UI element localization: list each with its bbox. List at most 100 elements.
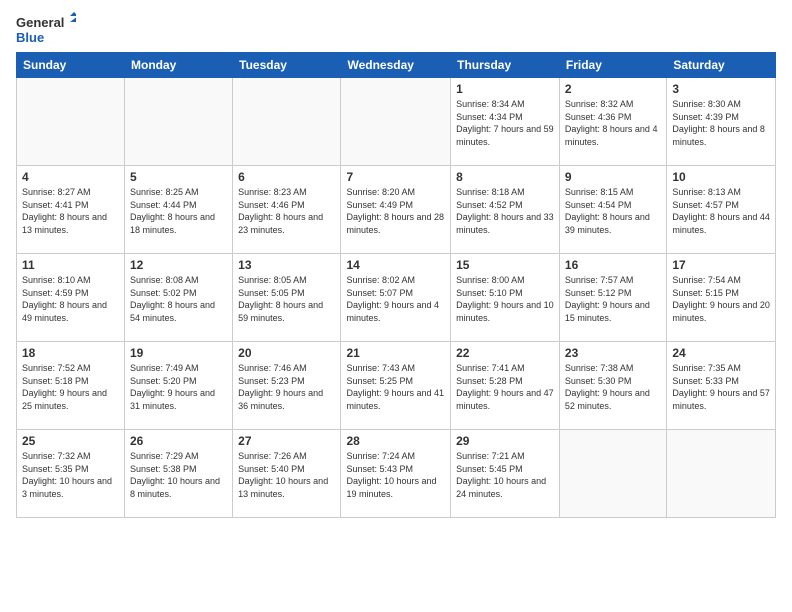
cell-content: Sunrise: 7:21 AM Sunset: 5:45 PM Dayligh… <box>456 450 554 500</box>
cell-content: Sunrise: 8:02 AM Sunset: 5:07 PM Dayligh… <box>346 274 445 324</box>
cell-content: Sunrise: 8:13 AM Sunset: 4:57 PM Dayligh… <box>672 186 770 236</box>
day-number: 14 <box>346 257 445 273</box>
calendar-cell <box>667 430 776 518</box>
day-number: 29 <box>456 433 554 449</box>
cell-content: Sunrise: 7:26 AM Sunset: 5:40 PM Dayligh… <box>238 450 335 500</box>
day-of-week-header: Saturday <box>667 53 776 78</box>
day-number: 21 <box>346 345 445 361</box>
day-number: 25 <box>22 433 119 449</box>
svg-text:Blue: Blue <box>16 30 44 45</box>
calendar-cell: 2Sunrise: 8:32 AM Sunset: 4:36 PM Daylig… <box>559 78 666 166</box>
header: General Blue <box>0 0 792 52</box>
calendar-cell <box>233 78 341 166</box>
calendar-cell: 5Sunrise: 8:25 AM Sunset: 4:44 PM Daylig… <box>125 166 233 254</box>
cell-content: Sunrise: 7:41 AM Sunset: 5:28 PM Dayligh… <box>456 362 554 412</box>
day-number: 6 <box>238 169 335 185</box>
calendar-cell <box>17 78 125 166</box>
day-number: 16 <box>565 257 661 273</box>
day-number: 27 <box>238 433 335 449</box>
cell-content: Sunrise: 8:18 AM Sunset: 4:52 PM Dayligh… <box>456 186 554 236</box>
calendar-cell: 19Sunrise: 7:49 AM Sunset: 5:20 PM Dayli… <box>125 342 233 430</box>
day-number: 18 <box>22 345 119 361</box>
cell-content: Sunrise: 8:05 AM Sunset: 5:05 PM Dayligh… <box>238 274 335 324</box>
day-number: 26 <box>130 433 227 449</box>
cell-content: Sunrise: 7:29 AM Sunset: 5:38 PM Dayligh… <box>130 450 227 500</box>
calendar-cell: 10Sunrise: 8:13 AM Sunset: 4:57 PM Dayli… <box>667 166 776 254</box>
calendar-cell: 3Sunrise: 8:30 AM Sunset: 4:39 PM Daylig… <box>667 78 776 166</box>
day-number: 19 <box>130 345 227 361</box>
calendar-cell: 29Sunrise: 7:21 AM Sunset: 5:45 PM Dayli… <box>451 430 560 518</box>
cell-content: Sunrise: 8:00 AM Sunset: 5:10 PM Dayligh… <box>456 274 554 324</box>
cell-content: Sunrise: 7:24 AM Sunset: 5:43 PM Dayligh… <box>346 450 445 500</box>
cell-content: Sunrise: 7:35 AM Sunset: 5:33 PM Dayligh… <box>672 362 770 412</box>
cell-content: Sunrise: 8:34 AM Sunset: 4:34 PM Dayligh… <box>456 98 554 148</box>
logo: General Blue <box>16 12 76 48</box>
cell-content: Sunrise: 8:32 AM Sunset: 4:36 PM Dayligh… <box>565 98 661 148</box>
cell-content: Sunrise: 7:43 AM Sunset: 5:25 PM Dayligh… <box>346 362 445 412</box>
svg-text:General: General <box>16 15 64 30</box>
calendar-cell: 11Sunrise: 8:10 AM Sunset: 4:59 PM Dayli… <box>17 254 125 342</box>
day-number: 2 <box>565 81 661 97</box>
calendar-cell: 26Sunrise: 7:29 AM Sunset: 5:38 PM Dayli… <box>125 430 233 518</box>
cell-content: Sunrise: 7:46 AM Sunset: 5:23 PM Dayligh… <box>238 362 335 412</box>
cell-content: Sunrise: 7:52 AM Sunset: 5:18 PM Dayligh… <box>22 362 119 412</box>
day-of-week-header: Wednesday <box>341 53 451 78</box>
calendar-cell: 8Sunrise: 8:18 AM Sunset: 4:52 PM Daylig… <box>451 166 560 254</box>
calendar-cell: 1Sunrise: 8:34 AM Sunset: 4:34 PM Daylig… <box>451 78 560 166</box>
calendar-cell: 7Sunrise: 8:20 AM Sunset: 4:49 PM Daylig… <box>341 166 451 254</box>
calendar-cell: 16Sunrise: 7:57 AM Sunset: 5:12 PM Dayli… <box>559 254 666 342</box>
day-number: 1 <box>456 81 554 97</box>
day-number: 5 <box>130 169 227 185</box>
cell-content: Sunrise: 8:20 AM Sunset: 4:49 PM Dayligh… <box>346 186 445 236</box>
calendar-cell: 21Sunrise: 7:43 AM Sunset: 5:25 PM Dayli… <box>341 342 451 430</box>
day-number: 23 <box>565 345 661 361</box>
calendar-table: SundayMondayTuesdayWednesdayThursdayFrid… <box>16 52 776 518</box>
calendar-cell <box>125 78 233 166</box>
day-number: 8 <box>456 169 554 185</box>
day-number: 24 <box>672 345 770 361</box>
cell-content: Sunrise: 7:32 AM Sunset: 5:35 PM Dayligh… <box>22 450 119 500</box>
day-number: 13 <box>238 257 335 273</box>
cell-content: Sunrise: 8:25 AM Sunset: 4:44 PM Dayligh… <box>130 186 227 236</box>
cell-content: Sunrise: 7:38 AM Sunset: 5:30 PM Dayligh… <box>565 362 661 412</box>
day-number: 3 <box>672 81 770 97</box>
cell-content: Sunrise: 7:54 AM Sunset: 5:15 PM Dayligh… <box>672 274 770 324</box>
calendar-cell: 15Sunrise: 8:00 AM Sunset: 5:10 PM Dayli… <box>451 254 560 342</box>
calendar-cell: 22Sunrise: 7:41 AM Sunset: 5:28 PM Dayli… <box>451 342 560 430</box>
calendar-cell: 12Sunrise: 8:08 AM Sunset: 5:02 PM Dayli… <box>125 254 233 342</box>
day-number: 22 <box>456 345 554 361</box>
calendar-cell: 25Sunrise: 7:32 AM Sunset: 5:35 PM Dayli… <box>17 430 125 518</box>
cell-content: Sunrise: 7:49 AM Sunset: 5:20 PM Dayligh… <box>130 362 227 412</box>
day-number: 9 <box>565 169 661 185</box>
day-of-week-header: Tuesday <box>233 53 341 78</box>
day-number: 7 <box>346 169 445 185</box>
day-number: 4 <box>22 169 119 185</box>
day-number: 20 <box>238 345 335 361</box>
calendar-cell: 27Sunrise: 7:26 AM Sunset: 5:40 PM Dayli… <box>233 430 341 518</box>
day-number: 15 <box>456 257 554 273</box>
day-of-week-header: Sunday <box>17 53 125 78</box>
calendar-cell: 14Sunrise: 8:02 AM Sunset: 5:07 PM Dayli… <box>341 254 451 342</box>
calendar-cell: 24Sunrise: 7:35 AM Sunset: 5:33 PM Dayli… <box>667 342 776 430</box>
calendar-cell <box>559 430 666 518</box>
calendar-cell: 23Sunrise: 7:38 AM Sunset: 5:30 PM Dayli… <box>559 342 666 430</box>
cell-content: Sunrise: 8:27 AM Sunset: 4:41 PM Dayligh… <box>22 186 119 236</box>
cell-content: Sunrise: 8:15 AM Sunset: 4:54 PM Dayligh… <box>565 186 661 236</box>
calendar-cell: 4Sunrise: 8:27 AM Sunset: 4:41 PM Daylig… <box>17 166 125 254</box>
calendar-cell: 17Sunrise: 7:54 AM Sunset: 5:15 PM Dayli… <box>667 254 776 342</box>
calendar-cell: 20Sunrise: 7:46 AM Sunset: 5:23 PM Dayli… <box>233 342 341 430</box>
day-of-week-header: Thursday <box>451 53 560 78</box>
day-number: 11 <box>22 257 119 273</box>
cell-content: Sunrise: 8:23 AM Sunset: 4:46 PM Dayligh… <box>238 186 335 236</box>
cell-content: Sunrise: 8:08 AM Sunset: 5:02 PM Dayligh… <box>130 274 227 324</box>
calendar-cell: 13Sunrise: 8:05 AM Sunset: 5:05 PM Dayli… <box>233 254 341 342</box>
day-number: 12 <box>130 257 227 273</box>
day-number: 28 <box>346 433 445 449</box>
calendar-cell: 6Sunrise: 8:23 AM Sunset: 4:46 PM Daylig… <box>233 166 341 254</box>
cell-content: Sunrise: 7:57 AM Sunset: 5:12 PM Dayligh… <box>565 274 661 324</box>
day-of-week-header: Monday <box>125 53 233 78</box>
calendar-cell: 28Sunrise: 7:24 AM Sunset: 5:43 PM Dayli… <box>341 430 451 518</box>
day-number: 10 <box>672 169 770 185</box>
cell-content: Sunrise: 8:30 AM Sunset: 4:39 PM Dayligh… <box>672 98 770 148</box>
calendar-cell <box>341 78 451 166</box>
